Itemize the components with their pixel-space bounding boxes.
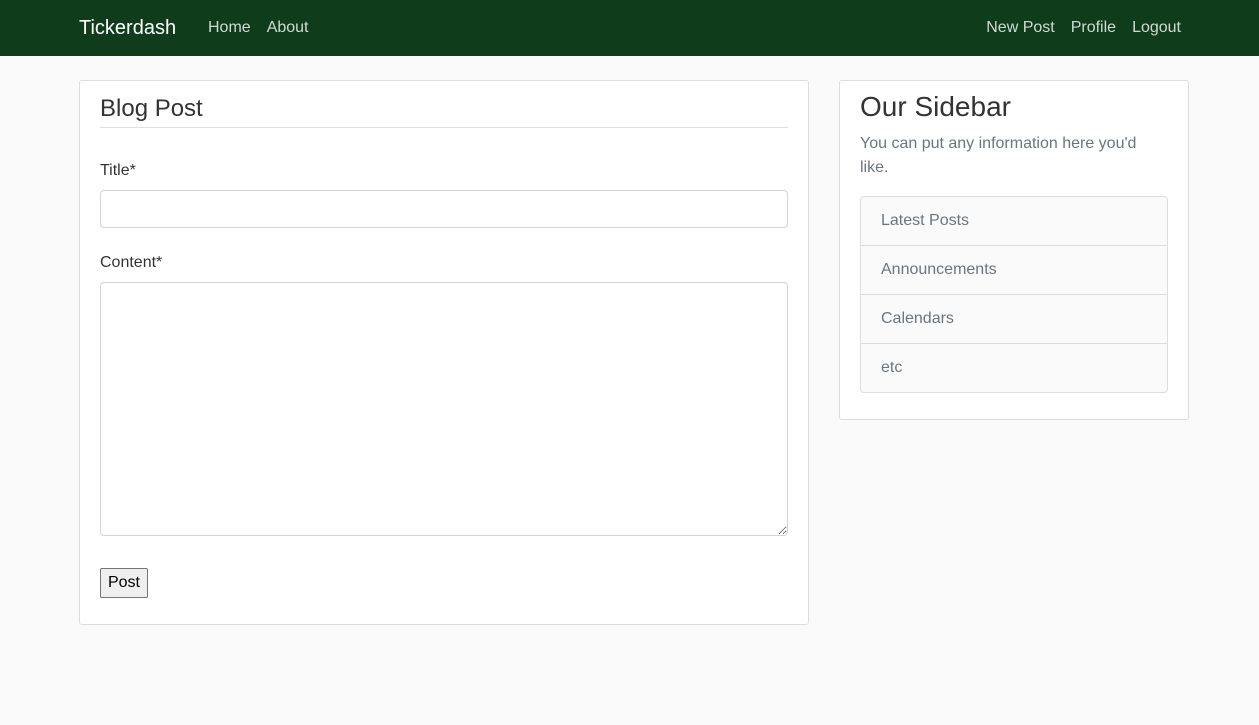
nav-about-link[interactable]: About	[267, 18, 309, 38]
nav-right-group: New Post Profile Logout	[986, 18, 1181, 38]
top-navbar: Tickerdash Home About New Post Profile L…	[0, 0, 1259, 56]
sidebar-list: Latest Posts Announcements Calendars etc	[860, 196, 1168, 393]
blog-post-form-card: Blog Post Title* Content* Post	[79, 80, 809, 625]
sidebar-title: Our Sidebar	[860, 91, 1011, 122]
brand-link[interactable]: Tickerdash	[79, 16, 176, 40]
sidebar-item-etc[interactable]: etc	[861, 344, 1167, 392]
content-label: Content*	[100, 254, 163, 271]
content-textarea[interactable]	[100, 282, 788, 536]
sidebar-item-calendars[interactable]: Calendars	[861, 295, 1167, 344]
sidebar-card: Our Sidebar You can put any information …	[839, 80, 1189, 420]
nav-new-post-link[interactable]: New Post	[986, 18, 1054, 38]
sidebar-item-latest-posts[interactable]: Latest Posts	[861, 197, 1167, 246]
title-label: Title*	[100, 162, 136, 179]
nav-logout-link[interactable]: Logout	[1132, 18, 1181, 38]
nav-profile-link[interactable]: Profile	[1071, 18, 1116, 38]
title-input[interactable]	[100, 190, 788, 228]
form-heading: Blog Post	[100, 95, 788, 128]
nav-left-group: Home About	[208, 18, 325, 38]
sidebar-item-announcements[interactable]: Announcements	[861, 246, 1167, 295]
nav-home-link[interactable]: Home	[208, 18, 251, 38]
post-button[interactable]: Post	[100, 568, 148, 598]
sidebar-description: You can put any information here you'd l…	[860, 135, 1137, 176]
